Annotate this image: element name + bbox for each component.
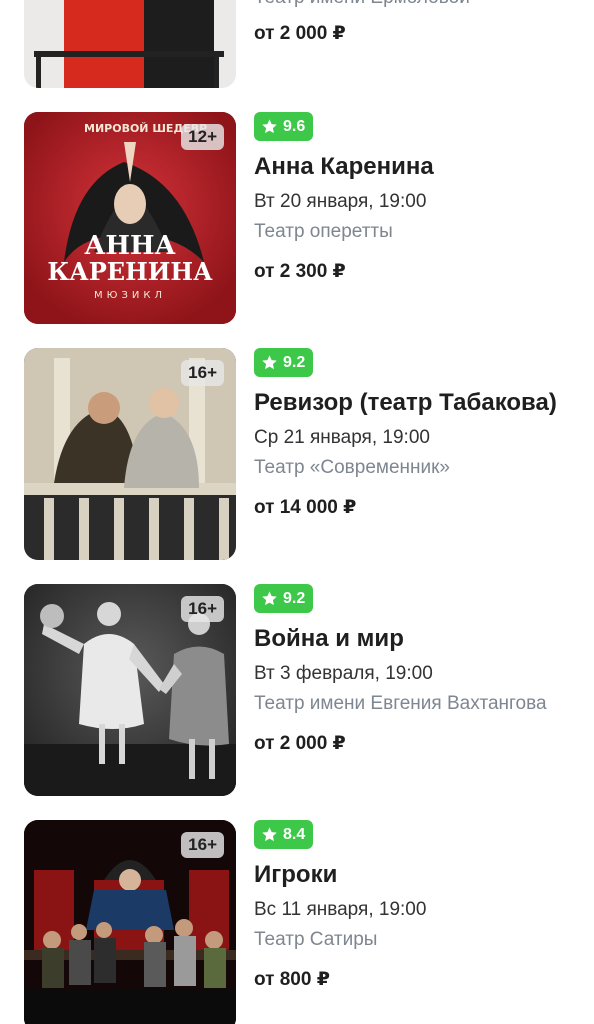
event-poster[interactable]: 16+ — [24, 348, 236, 560]
event-poster[interactable] — [24, 0, 236, 88]
event-title[interactable]: Игроки — [254, 857, 584, 893]
event-venue: Театр имени Ермоловой — [254, 0, 470, 9]
poster-image — [24, 0, 236, 88]
rating-value: 8.4 — [283, 825, 306, 843]
event-card[interactable]: 16+ 9.2 Война и мир Вт 3 февраля, 19:00 … — [0, 584, 594, 796]
rating-value: 9.6 — [283, 117, 306, 135]
rating-value: 9.2 — [283, 589, 306, 607]
age-rating-badge: 16+ — [181, 360, 224, 386]
rating-value: 9.2 — [283, 353, 306, 371]
event-date: Вс 11 января, 19:00 — [254, 899, 427, 920]
poster-title-line2: КАРЕНИНА — [47, 257, 213, 286]
event-date: Ср 21 января, 19:00 — [254, 427, 430, 448]
rating-badge: 9.6 — [254, 112, 314, 141]
star-icon — [262, 591, 277, 606]
event-price: от 800 ₽ — [254, 969, 330, 990]
event-card[interactable]: 16+ 8.4 Игроки Вс 11 января, 19:00 Театр… — [0, 820, 594, 1024]
age-rating-badge: 16+ — [181, 832, 224, 858]
event-venue: Театр «Современник» — [254, 457, 450, 478]
star-icon — [262, 119, 277, 134]
age-rating-badge: 16+ — [181, 596, 224, 622]
event-date: Вт 20 января, 19:00 — [254, 191, 427, 212]
star-icon — [262, 355, 277, 370]
star-icon — [262, 827, 277, 842]
event-title[interactable]: Анна Каренина — [254, 149, 584, 185]
event-title[interactable]: Ревизор (театр Табакова) — [254, 385, 584, 421]
rating-badge: 8.4 — [254, 820, 314, 849]
event-venue: Театр имени Евгения Вахтангова — [254, 693, 547, 714]
event-price: от 2 300 ₽ — [254, 261, 346, 282]
event-poster[interactable]: МИРОВОЙ ШЕДЕВР АННА КАРЕНИНА МЮЗИКЛ 12+ — [24, 112, 236, 324]
poster-sub-text: МЮЗИКЛ — [94, 290, 166, 301]
event-card[interactable]: МИРОВОЙ ШЕДЕВР АННА КАРЕНИНА МЮЗИКЛ 12+ … — [0, 112, 594, 324]
event-poster[interactable]: 16+ — [24, 584, 236, 796]
event-date: Вт 3 февраля, 19:00 — [254, 663, 433, 684]
event-price: от 2 000 ₽ — [254, 733, 346, 754]
rating-badge: 9.2 — [254, 348, 314, 377]
event-venue: Театр оперетты — [254, 221, 393, 242]
event-price: от 2 000 ₽ — [254, 23, 346, 44]
event-price: от 14 000 ₽ — [254, 497, 357, 518]
event-venue: Театр Сатиры — [254, 929, 378, 950]
event-card[interactable]: 16+ 9.2 Ревизор (театр Табакова) Ср 21 я… — [0, 348, 594, 560]
event-poster[interactable]: 16+ — [24, 820, 236, 1024]
rating-badge: 9.2 — [254, 584, 314, 613]
age-rating-badge: 12+ — [181, 124, 224, 150]
event-title[interactable]: Война и мир — [254, 621, 584, 657]
